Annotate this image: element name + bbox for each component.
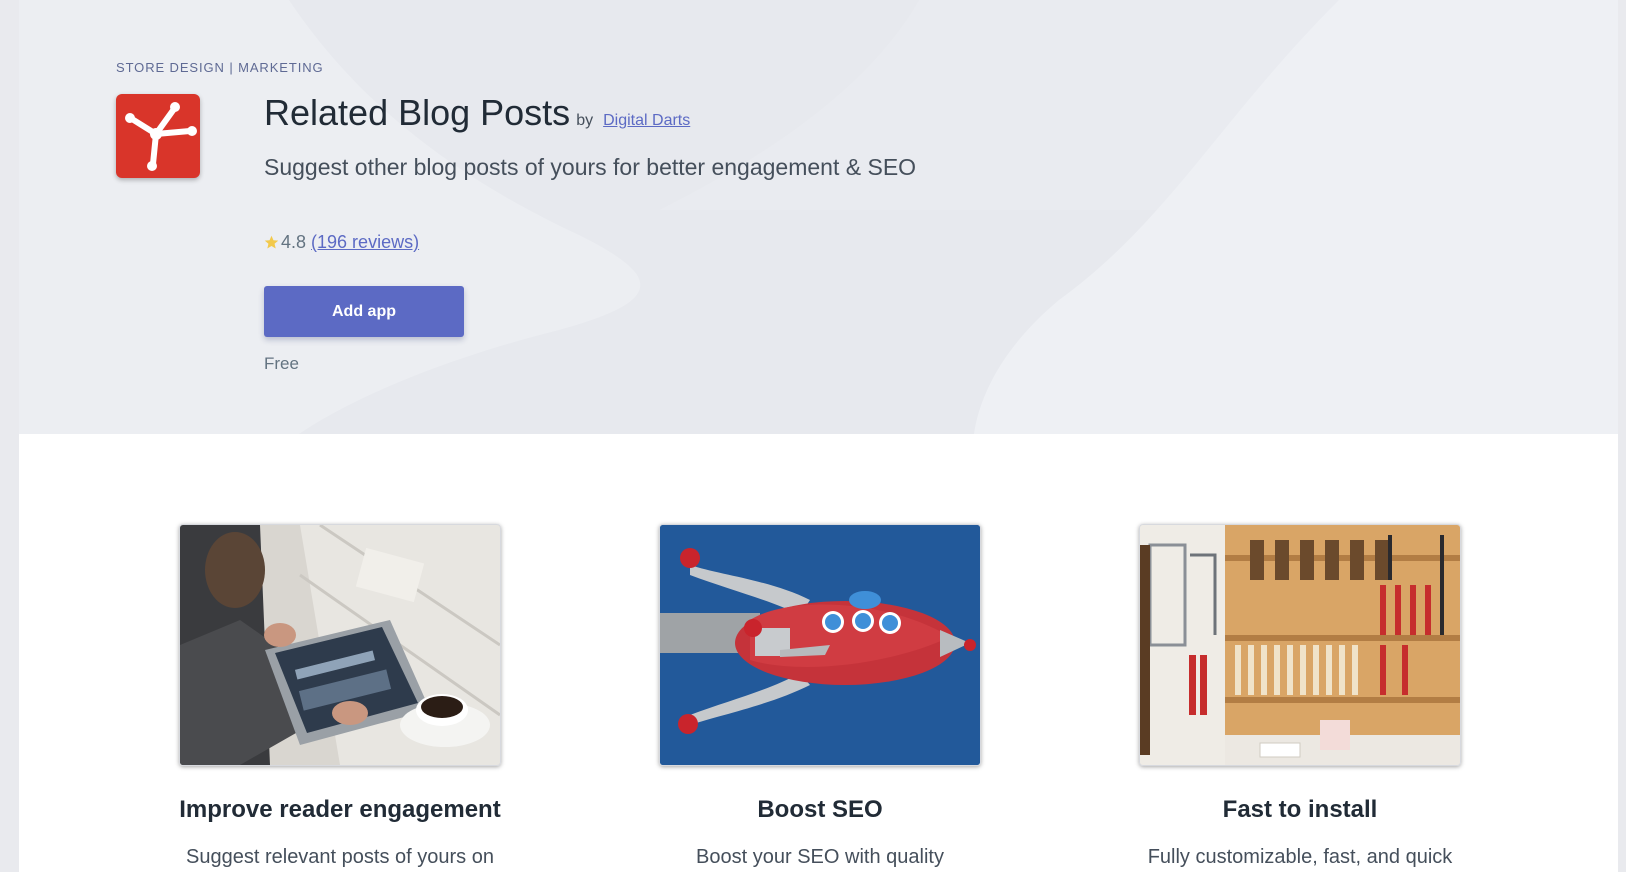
red-rocket-sculpture-photo — [659, 524, 981, 766]
rating-value: 4.8 — [281, 232, 307, 252]
feature-description: Suggest relevant posts of yours on — [186, 846, 494, 868]
app-title: Related Blog Posts — [264, 92, 571, 133]
by-label: by — [576, 112, 594, 129]
feature-title: Improve reader engagement — [179, 796, 501, 823]
left-gutter — [0, 0, 19, 872]
feature-description: Boost your SEO with quality — [696, 846, 944, 868]
developer-link[interactable]: Digital Darts — [603, 112, 690, 129]
feature-card-seo: Boost SEO Boost your SEO with quality — [659, 524, 981, 869]
category-marketing[interactable]: MARKETING — [238, 60, 323, 75]
category-separator: | — [224, 60, 239, 75]
network-nodes-icon — [125, 102, 197, 171]
app-logo — [116, 94, 200, 178]
price-label: Free — [264, 354, 299, 373]
feature-card-install: Fast to install Fully customizable, fast… — [1139, 524, 1461, 869]
feature-title: Boost SEO — [757, 796, 883, 823]
feature-description: Fully customizable, fast, and quick — [1147, 846, 1453, 868]
right-gutter — [1618, 0, 1626, 872]
category-store-design[interactable]: STORE DESIGN — [116, 60, 225, 75]
app-tagline: Suggest other blog posts of yours for be… — [264, 154, 917, 180]
star-icon — [264, 235, 279, 249]
rating-summary: 4.8 (196 reviews) — [264, 232, 419, 253]
reviews-link[interactable]: (196 reviews) — [311, 232, 419, 253]
app-hero: STORE DESIGN | MARKETING Related Blog Po… — [19, 0, 1618, 434]
feature-title: Fast to install — [1222, 796, 1378, 823]
feature-card-engagement: Improve reader engagement Suggest releva… — [179, 524, 501, 869]
person-with-tablet-and-coffee-photo — [179, 524, 501, 766]
app-title-row: Related Blog Posts by Digital Darts — [264, 92, 690, 134]
tool-wall-workshop-photo — [1139, 524, 1461, 766]
category-breadcrumb: STORE DESIGN | MARKETING — [116, 60, 324, 75]
add-app-button[interactable]: Add app — [264, 286, 464, 337]
